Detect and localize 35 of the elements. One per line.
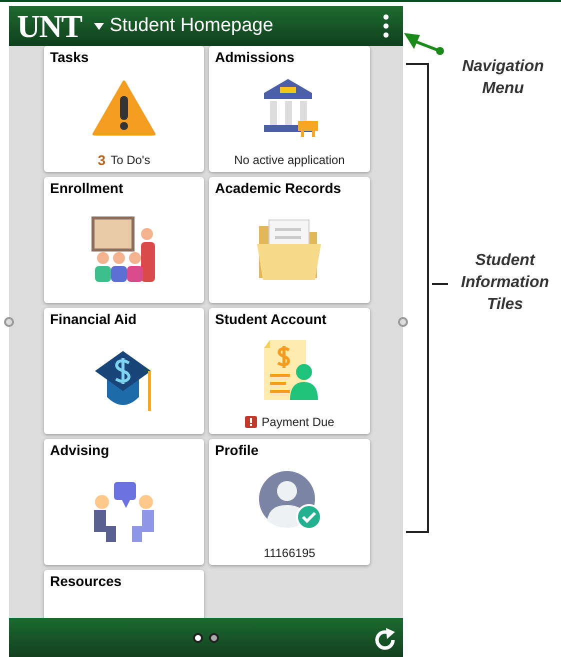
- logo: UNT: [17, 10, 82, 42]
- annotation-label: Student Information Tiles: [460, 251, 550, 315]
- tile-status: 11166195: [264, 545, 316, 562]
- scroll-right-handle[interactable]: [398, 317, 408, 327]
- tile-card[interactable]: Academic Records: [209, 177, 370, 303]
- tile-status: To Do's: [110, 152, 150, 169]
- tile-card[interactable]: Profile 11166195: [209, 439, 370, 565]
- tile-title: Profile: [215, 441, 260, 459]
- scroll-left-handle[interactable]: [4, 317, 14, 327]
- tile-title: Academic Records: [215, 179, 342, 197]
- annotation-arrow: [404, 31, 444, 57]
- page-title[interactable]: Student Homepage: [110, 12, 274, 40]
- tile-card[interactable]: Resources: [44, 570, 204, 618]
- tile-card[interactable]: Tasks 3 To Do's: [44, 46, 204, 172]
- tile-status: No active application: [234, 152, 345, 169]
- tile-card[interactable]: Financial Aid: [44, 308, 204, 434]
- annotation-label: Navigation Menu: [461, 57, 545, 99]
- tile-card[interactable]: Advising: [44, 439, 204, 565]
- dropdown-caret-icon[interactable]: [94, 22, 104, 30]
- tile-title: Admissions: [215, 48, 296, 66]
- tile-title: Advising: [50, 441, 110, 459]
- tile-card[interactable]: Admissions No active application: [209, 46, 370, 172]
- meeting-icon: [92, 480, 156, 544]
- warning-icon: [92, 80, 156, 136]
- more-menu-icon[interactable]: [383, 14, 389, 38]
- tile-status: Payment Due: [262, 414, 334, 431]
- tile-title: Enrollment: [50, 179, 124, 197]
- tile-card[interactable]: Student Account Payment Due: [209, 308, 370, 434]
- tile-title: Financial Aid: [50, 310, 138, 328]
- tile-title: Student Account: [215, 310, 328, 328]
- task-count: 3: [98, 150, 106, 170]
- refresh-icon[interactable]: [373, 628, 397, 652]
- tile-title: Tasks: [50, 48, 90, 66]
- tile-title: Resources: [50, 572, 123, 590]
- tile-card[interactable]: Enrollment: [44, 177, 204, 303]
